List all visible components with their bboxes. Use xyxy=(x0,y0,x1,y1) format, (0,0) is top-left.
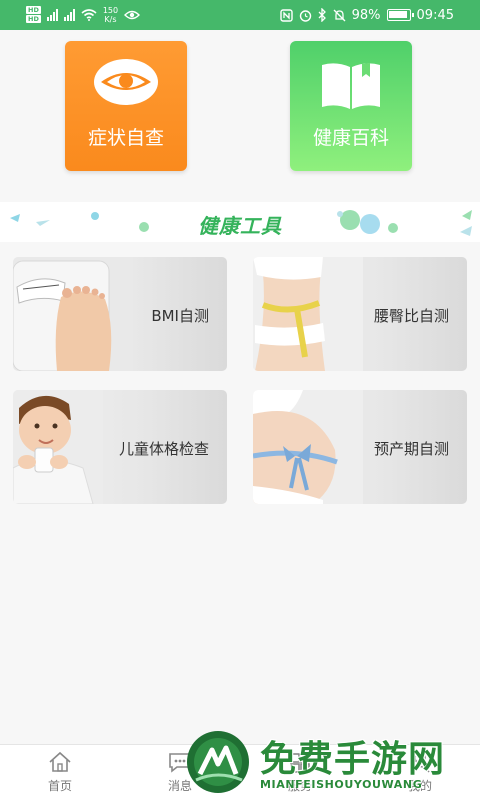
cell-signal-icon xyxy=(46,9,58,21)
watermark-text-en: MIANFEISHOUYOUWANG xyxy=(260,778,423,791)
clock: 09:45 xyxy=(416,7,454,23)
due-date-card[interactable]: 预产期自测 xyxy=(253,390,467,504)
tools-grid: BMI自测 腰臀比自测 儿童体格检查 预产期自测 xyxy=(0,242,480,742)
bluetooth-icon xyxy=(318,8,326,22)
battery-icon xyxy=(386,9,414,21)
mute-bell-icon xyxy=(333,9,346,21)
nav-home-label: 首页 xyxy=(47,779,72,793)
eye-status-icon xyxy=(124,10,141,20)
waist-tape-photo xyxy=(253,257,363,371)
hd-top: HD xyxy=(26,6,41,14)
banner-title: 健康工具 xyxy=(198,214,282,238)
child-check-card[interactable]: 儿童体格检查 xyxy=(13,390,227,504)
watermark-text-cn: 免费手游网 xyxy=(260,739,446,780)
net-speed: 150 K/s xyxy=(103,6,118,24)
wifi-icon xyxy=(81,9,97,21)
health-encyclopedia-tile[interactable]: 健康百科 xyxy=(290,41,412,171)
watermark: 免费手游网 MIANFEISHOUYOUWANG xyxy=(184,728,480,800)
eye-icon xyxy=(94,59,158,105)
status-bar-left: HD HD 150 K/s xyxy=(26,4,141,26)
status-bar-right: 98% 09:45 xyxy=(279,4,454,26)
child-check-label: 儿童体格检查 xyxy=(118,440,209,458)
scale-foot-photo xyxy=(13,257,133,371)
bmi-label: BMI自测 xyxy=(151,307,209,325)
top-tiles-area: 症状自查 健康百科 xyxy=(0,30,480,202)
hd-indicator: HD HD xyxy=(26,6,41,24)
net-speed-unit: K/s xyxy=(104,15,117,24)
alarm-icon xyxy=(299,9,311,22)
book-icon xyxy=(322,63,380,109)
pregnant-belly-photo xyxy=(253,390,363,504)
symptom-check-label: 症状自查 xyxy=(87,127,164,149)
cell-signal-2-icon xyxy=(63,9,75,21)
child-milk-photo xyxy=(13,390,103,504)
health-encyclopedia-label: 健康百科 xyxy=(312,127,389,149)
hd-bottom: HD xyxy=(26,15,41,23)
health-tools-banner: 健康工具 xyxy=(0,202,480,242)
waist-hip-label: 腰臀比自测 xyxy=(373,307,449,325)
waist-hip-card[interactable]: 腰臀比自测 xyxy=(253,257,467,371)
nfc-icon xyxy=(279,8,293,22)
bmi-card[interactable]: BMI自测 xyxy=(13,257,227,371)
net-speed-value: 150 xyxy=(102,6,119,15)
symptom-check-tile[interactable]: 症状自查 xyxy=(65,41,187,171)
nav-home[interactable]: 首页 xyxy=(0,745,120,800)
battery-percent: 98% xyxy=(351,7,381,23)
status-bar: HD HD 150 K/s 98% 09:45 xyxy=(0,0,480,30)
due-date-label: 预产期自测 xyxy=(373,440,449,458)
home-icon xyxy=(49,751,71,772)
watermark-logo xyxy=(187,731,249,793)
